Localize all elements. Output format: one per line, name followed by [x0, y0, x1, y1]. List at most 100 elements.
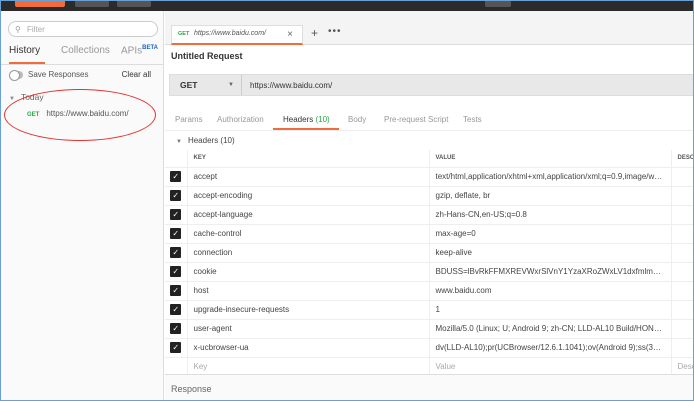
row-value[interactable]: max-age=0: [429, 224, 672, 244]
row-checkbox[interactable]: ✓: [165, 262, 188, 282]
row-key[interactable]: host: [187, 281, 430, 301]
row-key[interactable]: user-agent: [187, 319, 430, 339]
tab-headers[interactable]: Headers (10): [283, 115, 330, 124]
row-value[interactable]: Mozilla/5.0 (Linux; U; Android 9; zh-CN;…: [429, 319, 672, 339]
more-tabs-button[interactable]: •••: [328, 26, 342, 37]
row-value[interactable]: zh-Hans-CN,en-US;q=0.8: [429, 205, 672, 225]
tab-body[interactable]: Body: [348, 115, 366, 124]
row-value[interactable]: keep-alive: [429, 243, 672, 263]
checkmark-icon: ✓: [170, 209, 182, 220]
row-key[interactable]: cookie: [187, 262, 430, 282]
checkmark-icon: ✓: [170, 323, 182, 334]
active-tab-indicator: [273, 128, 339, 130]
row-value[interactable]: 1: [429, 300, 672, 320]
new-tab-button[interactable]: +: [311, 26, 318, 40]
tab-apis[interactable]: APIsBETA: [121, 45, 158, 56]
row-desc[interactable]: [671, 205, 693, 225]
checkmark-icon: ✓: [170, 304, 182, 315]
main-panel: GET https://www.baidu.com/ × + ••• Untit…: [165, 11, 693, 400]
table-row: ✓ x-ucbrowser-ua dv(LLD-AL10);pr(UCBrowser…: [165, 338, 693, 358]
import-button[interactable]: [75, 1, 109, 7]
row-value[interactable]: gzip, deflate, br: [429, 186, 672, 206]
row-key[interactable]: cache-control: [187, 224, 430, 244]
request-tab-method: GET: [178, 31, 190, 37]
row-checkbox[interactable]: ✓: [165, 300, 188, 320]
row-checkbox[interactable]: ✓: [165, 319, 188, 339]
row-desc[interactable]: [671, 338, 693, 358]
filter-box[interactable]: ⚲: [8, 21, 158, 37]
table-row: ✓ host www.baidu.com: [165, 281, 693, 301]
row-value[interactable]: www.baidu.com: [429, 281, 672, 301]
col-description: DESCR: [671, 150, 693, 168]
row-desc[interactable]: [671, 300, 693, 320]
tab-collections[interactable]: Collections: [61, 45, 110, 56]
table-header-row: KEY VALUE DESCR: [165, 150, 693, 168]
row-desc[interactable]: [671, 224, 693, 244]
row-checkbox[interactable]: ✓: [165, 205, 188, 225]
workspace-button[interactable]: [485, 1, 511, 7]
headers-section-toggle[interactable]: ▼ Headers (10): [176, 136, 235, 145]
row-checkbox[interactable]: ✓: [165, 243, 188, 263]
row-desc[interactable]: [671, 167, 693, 187]
request-tab-url: https://www.baidu.com/: [194, 30, 266, 37]
checkmark-icon: ✓: [170, 285, 182, 296]
col-value: VALUE: [429, 150, 672, 168]
row-desc[interactable]: [671, 281, 693, 301]
request-title: Untitled Request: [171, 51, 243, 61]
method-select-value: GET: [180, 80, 198, 90]
row-value[interactable]: BDUSS=lBvRkFFMXREVWxrSlVnY1YzaXRoZWxLV1d…: [429, 262, 672, 282]
row-checkbox[interactable]: ✓: [165, 224, 188, 244]
headers-table: KEY VALUE DESCR ✓ accepttext/html,applica…: [165, 150, 693, 377]
row-desc[interactable]: [671, 262, 693, 282]
checkmark-icon: ✓: [170, 171, 182, 182]
table-row: ✓ accept text/html,application/xhtml+xml,a…: [165, 167, 693, 187]
table-row: ✓ accept-encoding gzip, deflate, br: [165, 186, 693, 206]
filter-input[interactable]: [27, 24, 147, 35]
annotation-ellipse: [4, 89, 156, 141]
row-key[interactable]: connection: [187, 243, 430, 263]
tab-prerequest-script[interactable]: Pre-request Script: [384, 115, 448, 124]
app-window: ⚲ History Collections APIsBETA Save Resp…: [0, 0, 694, 401]
sidebar: ⚲ History Collections APIsBETA Save Resp…: [1, 11, 164, 400]
headers-count: (10): [315, 115, 330, 124]
request-tabs: Params Authorization Headers (10) Body P…: [165, 111, 693, 131]
url-input[interactable]: https://www.baidu.com/: [250, 81, 332, 90]
row-key[interactable]: x-ucbrowser-ua: [187, 338, 430, 358]
table-row: ✓ user-agent Mozilla/5.0 (Linux; U; Androi…: [165, 319, 693, 339]
new-button[interactable]: [15, 1, 65, 7]
table-row: ✓ cache-control max-age=0: [165, 224, 693, 244]
chevron-down-icon: ▼: [228, 82, 234, 88]
tab-authorization[interactable]: Authorization: [217, 115, 264, 124]
checkmark-icon: ✓: [170, 266, 182, 277]
save-responses-toggle[interactable]: [9, 70, 23, 81]
close-icon[interactable]: ×: [287, 29, 293, 40]
row-checkbox[interactable]: ✓: [165, 338, 188, 358]
row-checkbox[interactable]: ✓: [165, 186, 188, 206]
save-responses-row: Save Responses Clear all: [1, 69, 163, 83]
row-key[interactable]: accept: [187, 167, 430, 187]
runner-button[interactable]: [117, 1, 151, 7]
save-responses-label: Save Responses: [28, 70, 89, 79]
row-desc[interactable]: [671, 319, 693, 339]
row-key[interactable]: upgrade-insecure-requests: [187, 300, 430, 320]
row-desc[interactable]: [671, 243, 693, 263]
row-desc[interactable]: [671, 186, 693, 206]
sidebar-tabs: History Collections APIsBETA: [1, 43, 163, 65]
tab-tests[interactable]: Tests: [463, 115, 482, 124]
row-value[interactable]: text/html,application/xhtml+xml,applicat…: [429, 167, 672, 187]
row-key[interactable]: accept-encoding: [187, 186, 430, 206]
row-key[interactable]: accept-language: [187, 205, 430, 225]
response-label: Response: [171, 384, 212, 394]
method-select[interactable]: GET ▼: [170, 75, 242, 95]
row-value[interactable]: dv(LLD-AL10);pr(UCBrowser/12.6.1.1041);o…: [429, 338, 672, 358]
request-tab-bar: GET https://www.baidu.com/ × + •••: [165, 11, 693, 45]
row-checkbox[interactable]: ✓: [165, 167, 188, 187]
tab-params[interactable]: Params: [175, 115, 203, 124]
tab-history[interactable]: History: [9, 45, 40, 56]
clear-all-button[interactable]: Clear all: [122, 70, 151, 79]
row-checkbox[interactable]: ✓: [165, 281, 188, 301]
active-tab-indicator: [9, 62, 45, 64]
checkmark-icon: ✓: [170, 190, 182, 201]
checkmark-icon: ✓: [170, 247, 182, 258]
request-tab[interactable]: GET https://www.baidu.com/ ×: [171, 25, 303, 45]
